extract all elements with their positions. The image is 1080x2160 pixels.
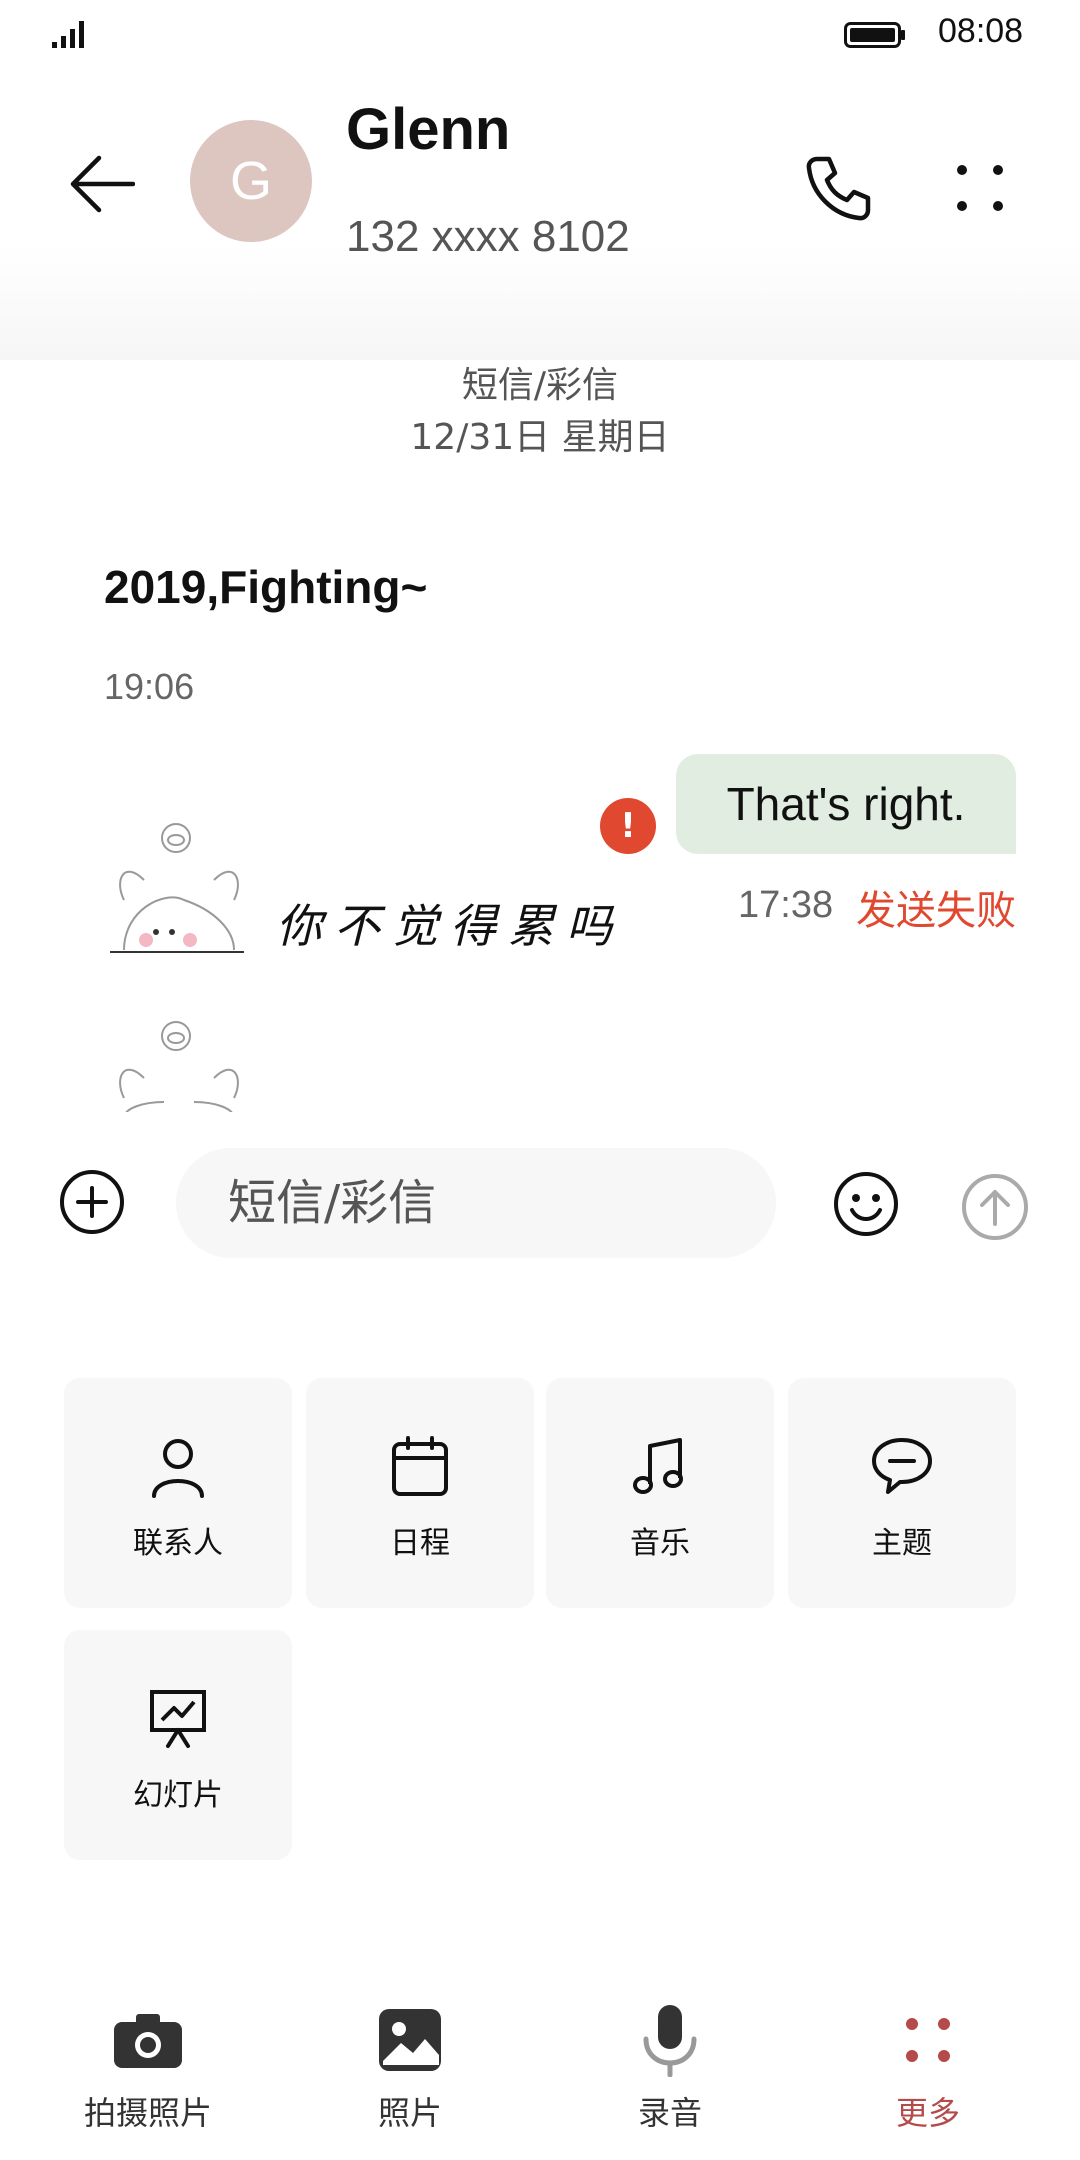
- contact-name: Glenn: [346, 97, 511, 162]
- attach-music-label: 音乐: [630, 1526, 690, 1561]
- status-bar: 08:08: [0, 0, 1080, 70]
- message-composer: [0, 1112, 1080, 1272]
- more-label: 更多: [895, 2094, 960, 2132]
- contact-person-icon: [152, 1439, 204, 1498]
- more-button[interactable]: 更多: [828, 2000, 1028, 2150]
- send-failed-status: 发送失败: [856, 888, 1016, 934]
- conversation-header: G Glenn 132 xxxx 8102: [0, 70, 1080, 360]
- attach-music-button[interactable]: 音乐: [546, 1378, 774, 1608]
- send-failed-icon[interactable]: !: [600, 798, 656, 854]
- sticker-message[interactable]: 你不觉得累吗: [104, 820, 624, 970]
- take-photo-button[interactable]: 拍摄照片: [48, 2000, 248, 2150]
- thread-type-label: 短信/彩信: [461, 365, 619, 406]
- attach-calendar-button[interactable]: 日程: [306, 1378, 534, 1608]
- phone-icon: [806, 156, 871, 221]
- attach-contact-button[interactable]: 联系人: [64, 1378, 292, 1608]
- attachment-options: 联系人 日程 音乐 主题 幻灯片: [0, 1370, 1080, 1890]
- contact-avatar[interactable]: G: [190, 120, 312, 242]
- photos-label: 照片: [377, 2094, 442, 2132]
- signal-strength-icon: [52, 21, 84, 48]
- rabbit-sticker-image: [110, 823, 244, 953]
- sent-message-bubble[interactable]: That's right.: [676, 754, 1016, 854]
- back-arrow-icon: [70, 155, 135, 213]
- voice-record-button[interactable]: 录音: [570, 2000, 770, 2150]
- call-button[interactable]: [798, 148, 878, 228]
- music-note-icon: [633, 1438, 683, 1494]
- more-dots-icon: [906, 2018, 950, 2062]
- attach-slideshow-label: 幻灯片: [133, 1778, 223, 1813]
- attach-calendar-label: 日程: [390, 1526, 450, 1561]
- battery-icon: [844, 22, 905, 48]
- take-photo-label: 拍摄照片: [83, 2094, 212, 2132]
- received-message-time: 19:06: [104, 666, 195, 707]
- four-dots-menu-icon: [957, 165, 1003, 211]
- chat-bubble-icon: [872, 1438, 932, 1494]
- calendar-icon: [392, 1436, 448, 1496]
- attach-subject-button[interactable]: 主题: [788, 1378, 1016, 1608]
- back-button[interactable]: [62, 144, 142, 224]
- voice-record-label: 录音: [637, 2094, 702, 2132]
- emoji-icon[interactable]: [832, 1170, 900, 1238]
- bottom-toolbar: 拍摄照片 照片 录音 更多: [0, 1980, 1080, 2160]
- thread-date-label: 12/31日 星期日: [410, 417, 670, 458]
- sticker-caption: 你不觉得累吗: [276, 899, 624, 953]
- attach-contact-label: 联系人: [133, 1526, 223, 1561]
- camera-icon: [114, 2014, 182, 2068]
- attach-slideshow-button[interactable]: 幻灯片: [64, 1630, 292, 1860]
- photo-icon: [379, 2009, 441, 2071]
- thread-info: 短信/彩信 12/31日 星期日: [0, 360, 1080, 464]
- slideshow-icon: [150, 1690, 206, 1748]
- contact-number: 132 xxxx 8102: [346, 212, 630, 261]
- more-options-button[interactable]: [940, 148, 1020, 228]
- rabbit-sticker-image: [119, 1021, 239, 1112]
- add-attachment-icon[interactable]: [58, 1168, 126, 1236]
- received-message-text[interactable]: 2019,Fighting~: [104, 560, 427, 614]
- status-time: 08:08: [938, 12, 1024, 50]
- microphone-icon: [643, 2005, 697, 2077]
- message-list[interactable]: 短信/彩信 12/31日 星期日 2019,Fighting~ 19:06 你不…: [0, 360, 1080, 1112]
- send-arrow-icon[interactable]: [960, 1172, 1030, 1242]
- message-input[interactable]: [176, 1148, 776, 1258]
- sent-message-time: 17:38: [738, 884, 834, 926]
- photos-button[interactable]: 照片: [310, 2000, 510, 2150]
- sticker-message[interactable]: [104, 1018, 624, 1112]
- attach-subject-label: 主题: [872, 1526, 932, 1561]
